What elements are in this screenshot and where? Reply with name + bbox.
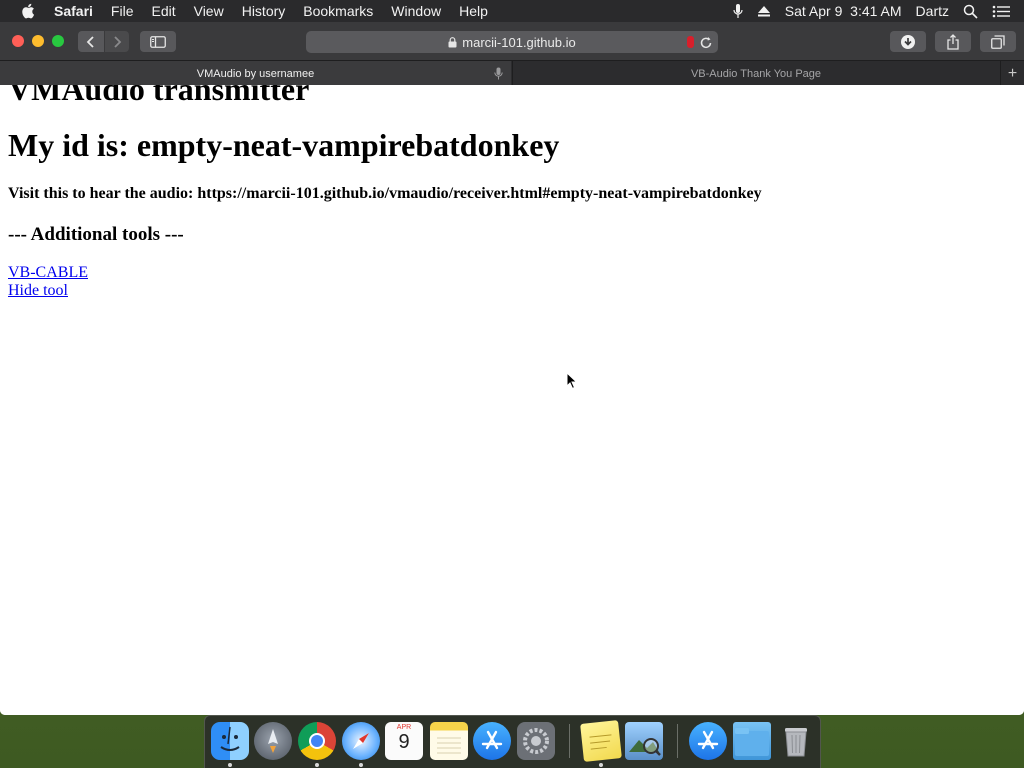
tab-title: VB-Audio Thank You Page [690,67,822,80]
downloads-button[interactable] [890,31,926,52]
safari-running-dot [359,763,363,767]
forward-button[interactable] [105,31,129,52]
finder-icon[interactable] [211,722,249,760]
hide-tool-link[interactable]: Hide tool [8,282,68,300]
share-icon [947,33,959,50]
stickies-icon[interactable] [580,720,622,762]
app-store-icon[interactable] [473,722,511,760]
new-tab-button[interactable]: + [1000,61,1024,86]
user-name[interactable]: Dartz [916,3,949,19]
menu-file[interactable]: File [111,3,134,19]
reload-icon[interactable] [699,34,713,50]
page-title: VMAudio transmitter [8,85,310,107]
downloads-folder-icon[interactable] [733,722,771,760]
back-button[interactable] [78,31,104,52]
show-tabs-button[interactable] [980,31,1016,52]
vb-cable-link[interactable]: VB-CABLE [8,264,88,282]
menu-bookmarks[interactable]: Bookmarks [303,3,373,19]
browser-toolbar: marcii-101.github.io [0,22,1024,60]
mouse-pointer-icon [566,371,578,395]
notification-center-icon[interactable] [992,5,1010,18]
preview-icon[interactable] [625,722,663,760]
clock[interactable]: Sat Apr 9 3:41 AM [785,3,902,19]
trash-icon[interactable] [777,722,815,760]
finder-running-dot [228,763,232,767]
tab-vmaudio[interactable]: VMAudio by usernamee [0,61,511,86]
calendar-icon[interactable]: APR 9 [385,722,423,760]
menu-bar: Safari File Edit View History Bookmarks … [0,0,1024,22]
eject-icon[interactable] [757,5,771,17]
url-text: marcii-101.github.io [462,34,576,50]
calendar-month: APR [396,724,412,731]
app-store-folder-icon[interactable] [689,722,727,760]
dock-separator [569,724,570,758]
chevron-left-icon [86,35,94,48]
calendar-day: 9 [398,731,410,753]
tab-vb-audio[interactable]: VB-Audio Thank You Page [512,61,999,86]
additional-tools-heading: --- Additional tools --- [8,224,184,245]
notes-icon[interactable] [430,722,468,760]
tab-microphone-icon[interactable] [494,67,503,80]
share-button[interactable] [935,31,971,52]
maximize-window-button[interactable] [52,35,64,47]
safari-icon[interactable] [342,722,380,760]
sidebar-icon [150,35,166,48]
menu-help[interactable]: Help [459,3,488,19]
menu-history[interactable]: History [242,3,286,19]
address-bar[interactable]: marcii-101.github.io [306,31,718,53]
chevron-right-icon [114,35,122,48]
menu-app-safari[interactable]: Safari [54,3,93,19]
stickies-running-dot [599,763,603,767]
tab-bar: VMAudio by usernamee VB-Audio Thank You … [0,60,1024,86]
download-arrow-icon [901,34,915,49]
launchpad-icon[interactable] [254,722,292,760]
spotlight-search-icon[interactable] [963,4,978,19]
close-window-button[interactable] [12,35,24,47]
system-preferences-icon[interactable] [517,722,555,760]
dock-separator [677,724,678,758]
lock-icon [448,36,457,48]
id-heading: My id is: empty-neat-vampirebatdonkey [8,127,560,163]
apple-menu-icon[interactable] [20,3,36,19]
safari-window: marcii-101.github.io VMAudio by username… [0,22,1024,715]
dock: APR 9 [204,715,821,768]
minimize-window-button[interactable] [32,35,44,47]
tab-title: VMAudio by usernamee [196,67,315,80]
menu-window[interactable]: Window [391,3,441,19]
sidebar-toggle-button[interactable] [140,31,176,52]
chrome-icon[interactable] [298,722,336,760]
menu-edit[interactable]: Edit [151,3,175,19]
recording-indicator-icon[interactable] [687,36,694,48]
receiver-url-text: Visit this to hear the audio: https://ma… [8,185,762,202]
menubar-status-area: Sat Apr 9 3:41 AM Dartz [733,0,1024,22]
web-page: VMAudio transmitter My id is: empty-neat… [0,85,1024,715]
microphone-icon[interactable] [733,3,743,19]
menu-view[interactable]: View [194,3,224,19]
tab-overview-icon [991,34,1005,49]
chrome-running-dot [315,763,319,767]
